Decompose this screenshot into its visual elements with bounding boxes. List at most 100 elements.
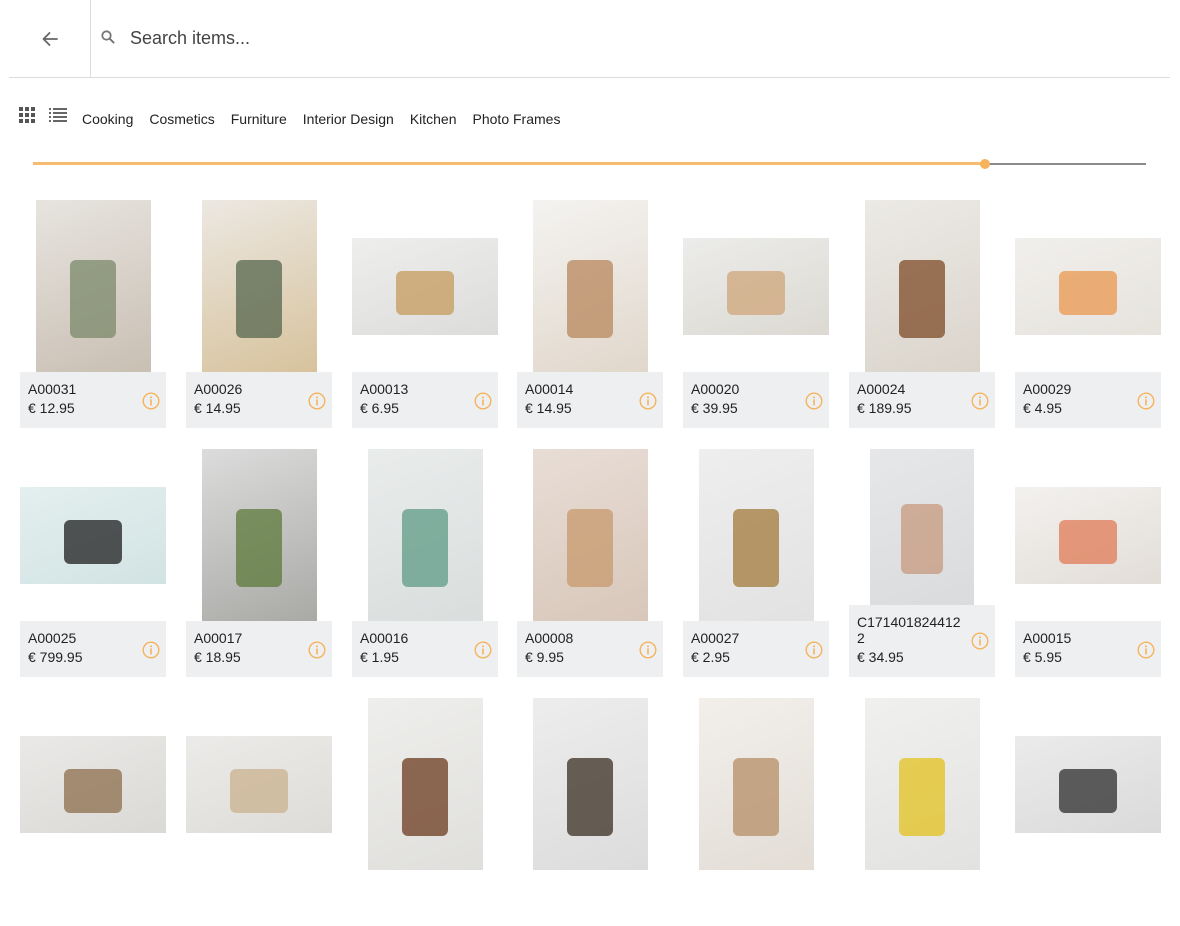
product-code: A00024 xyxy=(857,381,906,397)
product-card[interactable]: A00015 € 5.95 xyxy=(1015,449,1161,677)
product-code: A00020 xyxy=(691,381,740,397)
product-image xyxy=(532,698,648,870)
list-view-icon[interactable] xyxy=(49,108,67,122)
product-image xyxy=(367,698,483,870)
product-image-area xyxy=(352,449,498,621)
product-object xyxy=(899,758,945,836)
info-icon[interactable] xyxy=(971,632,989,650)
category-cooking[interactable]: Cooking xyxy=(82,111,133,127)
product-card[interactable]: A00025 € 799.95 xyxy=(20,449,166,677)
product-image xyxy=(352,237,498,335)
product-object xyxy=(70,260,116,338)
info-icon[interactable] xyxy=(639,641,657,659)
product-image xyxy=(698,449,814,621)
info-icon[interactable] xyxy=(639,392,657,410)
product-price: € 4.95 xyxy=(1023,400,1062,416)
product-image-area xyxy=(849,698,995,870)
info-icon[interactable] xyxy=(1137,641,1155,659)
product-image-area xyxy=(1015,449,1161,621)
product-image xyxy=(1015,486,1161,584)
product-card[interactable]: A00014 € 14.95 xyxy=(517,200,663,428)
product-card[interactable]: A00008 € 9.95 xyxy=(517,449,663,677)
product-price: € 39.95 xyxy=(691,400,738,416)
product-card[interactable]: A00026 € 14.95 xyxy=(186,200,332,428)
info-icon[interactable] xyxy=(474,392,492,410)
category-kitchen[interactable]: Kitchen xyxy=(410,111,457,127)
product-code: A00013 xyxy=(360,381,409,397)
product-object xyxy=(899,260,945,338)
product-code: A00014 xyxy=(525,381,574,397)
product-object xyxy=(1058,769,1118,814)
product-card[interactable]: A00016 € 1.95 xyxy=(352,449,498,677)
product-card[interactable]: C1714018244122 € 34.95 xyxy=(849,449,995,677)
product-info: A00024 € 189.95 xyxy=(849,372,995,428)
product-image-area xyxy=(186,200,332,372)
info-icon[interactable] xyxy=(1137,392,1155,410)
product-card[interactable]: A00017 € 18.95 xyxy=(186,449,332,677)
search-icon xyxy=(101,30,115,44)
product-info: A00027 € 2.95 xyxy=(683,621,829,677)
product-card[interactable] xyxy=(683,698,829,926)
info-icon[interactable] xyxy=(805,641,823,659)
product-image xyxy=(186,735,332,833)
product-info: A00008 € 9.95 xyxy=(517,621,663,677)
info-icon[interactable] xyxy=(308,641,326,659)
product-object xyxy=(236,509,282,587)
search-bar xyxy=(9,0,1170,78)
product-object xyxy=(63,520,123,565)
category-photo-frames[interactable]: Photo Frames xyxy=(473,111,561,127)
info-icon[interactable] xyxy=(142,392,160,410)
product-image xyxy=(532,200,648,372)
product-price: € 799.95 xyxy=(28,649,83,665)
product-card[interactable]: A00031 € 12.95 xyxy=(20,200,166,428)
product-image-area xyxy=(849,200,995,372)
product-object xyxy=(726,271,786,316)
product-card[interactable] xyxy=(352,698,498,926)
info-icon[interactable] xyxy=(805,392,823,410)
back-button[interactable] xyxy=(9,0,91,77)
product-code: A00027 xyxy=(691,630,740,646)
info-icon[interactable] xyxy=(971,392,989,410)
category-interior-design[interactable]: Interior Design xyxy=(303,111,394,127)
product-image-area xyxy=(1015,698,1161,870)
product-card[interactable] xyxy=(849,698,995,926)
price-range-slider[interactable] xyxy=(33,157,1146,171)
product-card[interactable] xyxy=(186,698,332,926)
grid-view-icon[interactable] xyxy=(19,107,35,123)
product-info: A00013 € 6.95 xyxy=(352,372,498,428)
info-icon[interactable] xyxy=(308,392,326,410)
product-image-area xyxy=(683,698,829,870)
product-image-area xyxy=(517,200,663,372)
product-image xyxy=(532,449,648,621)
product-card[interactable] xyxy=(517,698,663,926)
product-image-area xyxy=(20,698,166,870)
slider-thumb[interactable] xyxy=(979,159,990,169)
product-info: A00020 € 39.95 xyxy=(683,372,829,428)
product-image xyxy=(201,449,317,621)
arrow-left-icon xyxy=(42,31,58,46)
info-icon[interactable] xyxy=(142,641,160,659)
info-icon[interactable] xyxy=(474,641,492,659)
product-card[interactable]: A00029 € 4.95 xyxy=(1015,200,1161,428)
product-card[interactable]: A00024 € 189.95 xyxy=(849,200,995,428)
product-card[interactable]: A00027 € 2.95 xyxy=(683,449,829,677)
product-code: A00017 xyxy=(194,630,243,646)
product-card[interactable]: A00013 € 6.95 xyxy=(352,200,498,428)
product-image xyxy=(367,449,483,621)
product-price: € 189.95 xyxy=(857,400,912,416)
product-image xyxy=(20,486,166,584)
product-card[interactable] xyxy=(1015,698,1161,926)
product-price: € 12.95 xyxy=(28,400,75,416)
product-image xyxy=(864,200,980,372)
product-card[interactable]: A00020 € 39.95 xyxy=(683,200,829,428)
category-filter-bar: Cooking Cosmetics Furniture Interior Design… xyxy=(82,111,576,127)
product-image xyxy=(864,698,980,870)
product-card[interactable] xyxy=(20,698,166,926)
category-cosmetics[interactable]: Cosmetics xyxy=(149,111,214,127)
product-object xyxy=(901,503,943,574)
product-image-area xyxy=(186,449,332,621)
category-furniture[interactable]: Furniture xyxy=(231,111,287,127)
product-info: A00017 € 18.95 xyxy=(186,621,332,677)
search-input[interactable] xyxy=(130,22,1030,54)
product-info: A00016 € 1.95 xyxy=(352,621,498,677)
